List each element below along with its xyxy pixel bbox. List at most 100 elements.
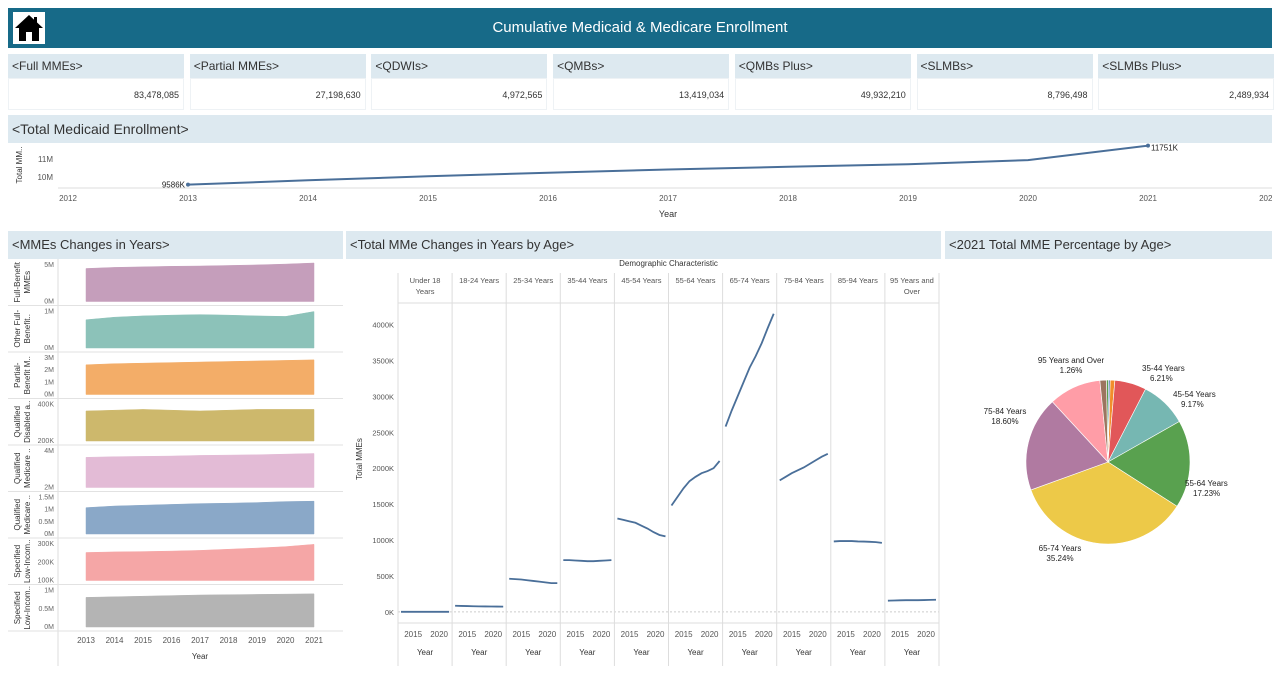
x-tick-label: 2020: [647, 630, 665, 639]
x-tick-label: 2015: [729, 630, 747, 639]
medicaid-enrollment-panel: <Total Medicaid Enrollment> 11M 10M 2012 20…: [8, 115, 1272, 225]
pie-slice-value: 35.24%: [1046, 554, 1073, 563]
x-tick-label: 2020: [484, 630, 502, 639]
x-tick-label: 2015: [675, 630, 693, 639]
y-tick-label: 1000K: [372, 536, 394, 545]
column-header-1: 75-84 Years: [784, 276, 824, 285]
row-label-2: Low-Incom..: [23, 586, 32, 630]
pie-slice-value: 1.26%: [1060, 366, 1083, 375]
x-tick-label: 2014: [299, 194, 317, 203]
x-axis-label: Year: [687, 648, 704, 657]
mme-years-title: <MMEs Changes in Years>: [8, 231, 343, 259]
age-series-line: [670, 460, 721, 507]
x-tick-label: 2012: [59, 194, 77, 203]
row-label-1: Full-Benefit: [13, 261, 22, 302]
row-label-1: Partial-: [13, 362, 22, 388]
y-tick-label: 10M: [37, 173, 53, 182]
mme-years-panel: <MMEs Changes in Years> Full-Benefit MMEs…: [8, 231, 343, 666]
area-series: [85, 593, 315, 628]
kpi-label: <QMBs Plus>: [734, 54, 911, 78]
row-tick-label: 3M: [44, 355, 54, 362]
kpi-value: 4,972,565: [371, 78, 548, 110]
row-tick-label: 200K: [38, 438, 55, 445]
end-point: [1146, 143, 1150, 148]
y-tick-label: 3500K: [372, 356, 394, 365]
column-header-1: 18-24 Years: [459, 276, 499, 285]
x-tick-label: 2015: [783, 630, 801, 639]
medicaid-enrollment-title: <Total Medicaid Enrollment>: [8, 115, 1272, 143]
x-axis-label: Year: [525, 648, 542, 657]
column-header-1: 45-54 Years: [621, 276, 661, 285]
kpi-value: 13,419,034: [553, 78, 730, 110]
age-series-line: [887, 598, 937, 602]
y-tick-label: 0K: [385, 608, 394, 617]
column-header-1: 25-34 Years: [513, 276, 553, 285]
x-axis-label: Year: [579, 648, 596, 657]
medicaid-series-line: [187, 144, 1149, 186]
x-tick-label: 2013: [77, 636, 95, 645]
kpi-label: <Partial MMEs>: [189, 54, 366, 78]
x-tick-label: 2015: [891, 630, 909, 639]
x-tick-label: 2020: [863, 630, 881, 639]
pie-slice-value: 17.23%: [1193, 489, 1220, 498]
age-pie-chart: 35-44 Years6.21%45-54 Years9.17% 55-64 Ye…: [984, 356, 1228, 563]
pie-slice-label: 45-54 Years: [1173, 390, 1216, 399]
x-tick-label: 2020: [277, 636, 295, 645]
x-tick-label: 2015: [837, 630, 855, 639]
age-series-line: [724, 313, 775, 427]
y-tick-label: 3000K: [372, 392, 394, 401]
x-tick-label: 2020: [701, 630, 719, 639]
start-point: [186, 182, 190, 187]
row-label-1: Specified: [13, 545, 22, 578]
x-tick-label: 2014: [106, 636, 124, 645]
x-axis-label: Year: [850, 648, 867, 657]
x-axis-label: Year: [904, 648, 921, 657]
row-tick-label: 200K: [38, 559, 55, 566]
x-tick-label: 2016: [539, 194, 557, 203]
area-series: [85, 453, 315, 488]
age-changes-panel: <Total MMe Changes in Years by Age> Demo…: [346, 231, 941, 666]
x-axis-label: Year: [796, 648, 813, 657]
mme-area-charts: Full-Benefit MMEs 5M 0M Other Full- Benefit..…: [8, 259, 343, 666]
age-series-line: [833, 540, 883, 544]
row-tick-label: 5M: [44, 262, 54, 269]
kpi-value: 8,796,498: [916, 78, 1093, 110]
row-tick-label: 1M: [44, 379, 54, 386]
kpi-value: 49,932,210: [734, 78, 911, 110]
area-series: [85, 500, 315, 535]
row-tick-label: 1M: [44, 309, 54, 316]
column-header-1: 85-94 Years: [838, 276, 878, 285]
pie-slice-value: 9.17%: [1181, 400, 1204, 409]
x-tick-label: 2020: [917, 630, 935, 639]
row-tick-label: 0M: [44, 624, 54, 631]
row-label-2: Low-Incom..: [23, 539, 32, 583]
kpi-value: 83,478,085: [8, 78, 184, 110]
pie-title: <2021 Total MME Percentage by Age>: [945, 231, 1272, 259]
group-header: Demographic Characteristic: [619, 259, 718, 268]
x-axis-label: Year: [417, 648, 434, 657]
x-tick-label: 2015: [621, 630, 639, 639]
x-tick-label: 2019: [248, 636, 266, 645]
row-tick-label: 0M: [44, 345, 54, 352]
x-axis-label: Year: [633, 648, 650, 657]
kpi-label: <QMBs>: [553, 54, 730, 78]
row-tick-label: 400K: [38, 402, 55, 409]
column-header-1: 55-64 Years: [676, 276, 716, 285]
row-label-1: Qualified: [13, 499, 22, 531]
x-tick-label: 2022: [1259, 194, 1272, 203]
y-tick-label: 2500K: [372, 428, 394, 437]
row-tick-label: 0.5M: [38, 519, 54, 526]
kpi-card: <SLMBs> 8,796,498: [916, 54, 1093, 110]
row-tick-label: 1M: [44, 588, 54, 595]
area-series: [85, 409, 315, 442]
row-tick-label: 1.5M: [38, 495, 54, 502]
row-tick-label: 0M: [44, 299, 54, 306]
x-tick-label: 2015: [567, 630, 585, 639]
y-axis-label: Total MMEs: [355, 438, 364, 480]
x-tick-label: 2017: [191, 636, 209, 645]
row-label-1: Other Full-: [13, 310, 22, 348]
age-line-small-multiples: Demographic Characteristic 4000K 3500K 3000…: [355, 259, 940, 666]
y-tick-label: 4000K: [372, 321, 394, 330]
pie-panel: <2021 Total MME Percentage by Age> 35-44…: [945, 231, 1272, 666]
kpi-label: <SLMBs>: [916, 54, 1093, 78]
